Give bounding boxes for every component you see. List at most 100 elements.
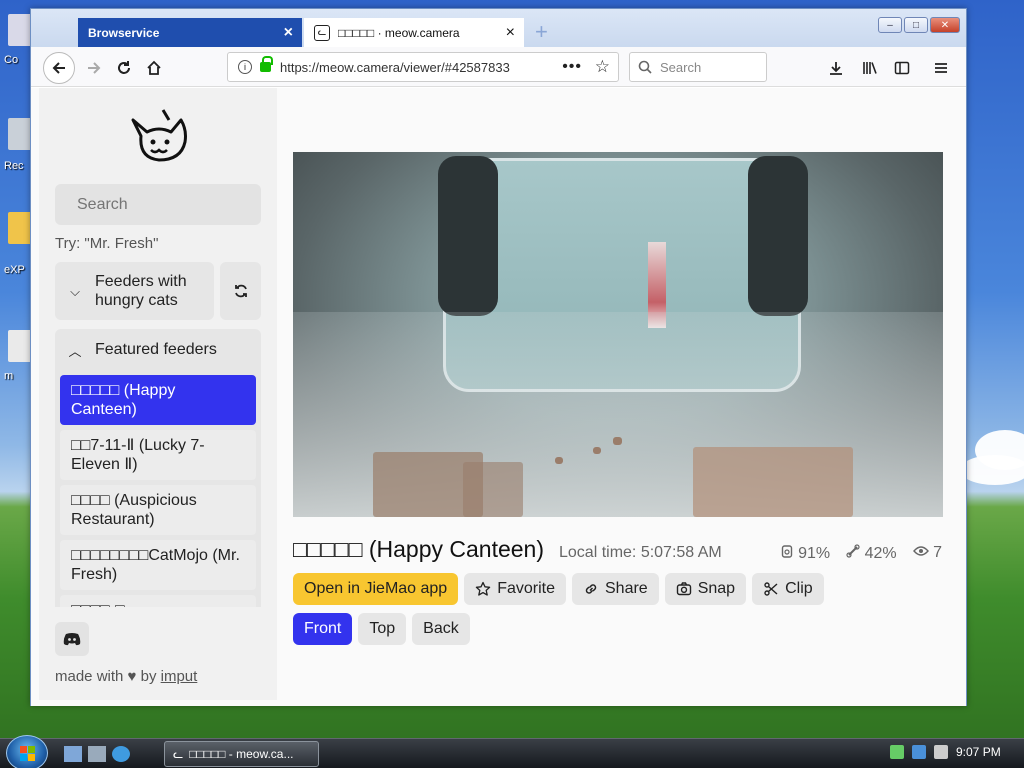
kibble [555,457,563,464]
feeder-left-wall [438,156,498,316]
bookmark-star-icon[interactable]: ☆ [595,57,610,77]
featured-feeder-list: □□□□□ (Happy Canteen) □□7-11-Ⅱ (Lucky 7-… [55,371,261,607]
feeder-search-input[interactable] [55,184,261,225]
sidebar-icon [894,61,910,75]
camera-angle-buttons: Front Top Back [293,613,470,645]
desktop-label: eXP [4,264,25,276]
local-time: Local time: 5:07:58 AM [559,544,722,561]
taskbar-browser-item[interactable]: ᓚ □□□□□ - meow.ca... [164,741,319,767]
reload-icon [118,61,130,74]
discord-icon [63,633,81,646]
lock-icon [260,56,273,72]
feeder-item[interactable]: □□□□-□ [60,595,256,607]
chevron-down-icon: ⌵ [70,283,80,299]
forward-button[interactable] [79,53,109,83]
volume-muted-icon[interactable] [934,745,948,759]
feeder-item[interactable]: □□□□□□□□CatMojo (Mr. Fresh) [60,540,256,590]
close-icon[interactable]: × [284,24,293,42]
page-actions-button[interactable]: ••• [562,58,582,76]
library-icon [863,62,877,74]
tab-meow-camera[interactable]: ᓚ □□□□□ · meow.camera × [304,18,524,47]
credit-prefix: made with [55,668,124,685]
featured-feeders-toggle[interactable]: ︿ Featured feeders [55,329,261,371]
internet-explorer-icon[interactable] [112,746,130,762]
hungry-feeders-toggle[interactable]: ⌵ Feeders with hungry cats [55,262,214,320]
switch-windows-icon[interactable] [88,746,106,762]
info-icon[interactable]: i [238,60,252,74]
credit-text: made with ♥ by imput [55,668,197,685]
snap-button[interactable]: Snap [664,573,747,605]
open-app-button[interactable]: Open in JieMao app [293,573,459,605]
menu-button[interactable] [926,53,956,83]
search-hint: Try: "Mr. Fresh" [55,235,159,252]
feeder-item[interactable]: □□□□□ (Happy Canteen) [60,375,256,425]
minimize-button[interactable]: – [878,17,902,33]
viewer-count-stat: 7 [912,544,942,563]
feeder-item[interactable]: □□□□ (Auspicious Restaurant) [60,485,256,535]
food-bag-icon [781,545,792,558]
camera-feed[interactable] [293,152,943,517]
camera-icon [676,582,691,596]
hamburger-icon [935,63,947,73]
bowl-level-value: 42% [864,545,897,562]
camera-back-button[interactable]: Back [412,613,470,645]
imput-link[interactable]: imput [161,668,198,685]
taskbar: ᓚ □□□□□ - meow.ca... 9:07 PM [0,735,1024,768]
bone-icon [846,544,860,558]
share-label: Share [605,580,648,597]
url-text[interactable]: https://meow.camera/viewer/#42587833 [280,60,530,75]
desktop-label: m [4,370,14,382]
featured-label: Featured feeders [95,341,217,358]
close-icon[interactable]: × [506,24,515,42]
close-window-button[interactable]: ✕ [930,17,960,33]
feeder-item[interactable]: □□7-11-Ⅱ (Lucky 7-Eleven Ⅱ) [60,430,256,480]
cat-favicon-icon: ᓚ [314,24,330,41]
arrow-right-icon [88,62,101,74]
feeder-title: □□□□□ (Happy Canteen) [293,536,545,562]
feeder-sidebar: Try: "Mr. Fresh" ⌵ Feeders with hungry c… [39,88,277,700]
refresh-button[interactable] [220,262,261,320]
start-button[interactable] [6,735,48,768]
favorite-button[interactable]: Favorite [464,573,566,605]
new-tab-button[interactable]: + [535,19,548,45]
food-level-stat: 91% [780,544,830,563]
home-button[interactable] [139,53,169,83]
favorite-label: Favorite [497,580,555,597]
camera-top-button[interactable]: Top [358,613,407,645]
download-button[interactable] [821,53,851,83]
window-controls: – □ ✕ [878,17,960,33]
star-icon [475,581,491,596]
kibble-pile [693,447,853,517]
system-tray: 9:07 PM [890,745,1001,759]
clock: 9:07 PM [956,745,1001,759]
camera-front-button[interactable]: Front [293,613,353,645]
tab-browservice[interactable]: Browservice × [78,18,302,47]
library-button[interactable] [855,53,885,83]
refresh-icon [234,284,247,298]
clip-button[interactable]: Clip [752,573,824,605]
browser-search-field[interactable]: Search [629,52,767,82]
scissors-icon [764,582,778,596]
network-icon[interactable] [912,745,926,759]
eye-icon [912,546,929,556]
security-icon[interactable] [890,745,904,759]
address-bar[interactable]: i https://meow.camera/viewer/#42587833 •… [227,52,619,82]
reload-button[interactable] [109,53,139,83]
search-placeholder: Search [660,59,702,75]
heart-icon: ♥ [127,668,137,685]
feeder-stats: 91% 42% 7 [780,544,942,563]
maximize-button[interactable]: □ [904,17,928,33]
open-app-label: Open in JieMao app [304,580,448,597]
download-icon [830,62,842,75]
sidebar-toggle-button[interactable] [887,53,917,83]
clip-label: Clip [785,580,813,597]
cat-logo[interactable] [125,106,191,171]
link-icon [585,584,597,594]
taskbar-item-label: □□□□□ - meow.ca... [189,747,294,761]
bowl-level-stat: 42% [846,544,897,563]
food-level-value: 91% [798,545,831,562]
share-button[interactable]: Share [572,573,659,605]
back-button[interactable] [43,52,75,84]
discord-button[interactable] [55,622,89,656]
show-desktop-icon[interactable] [64,746,82,762]
